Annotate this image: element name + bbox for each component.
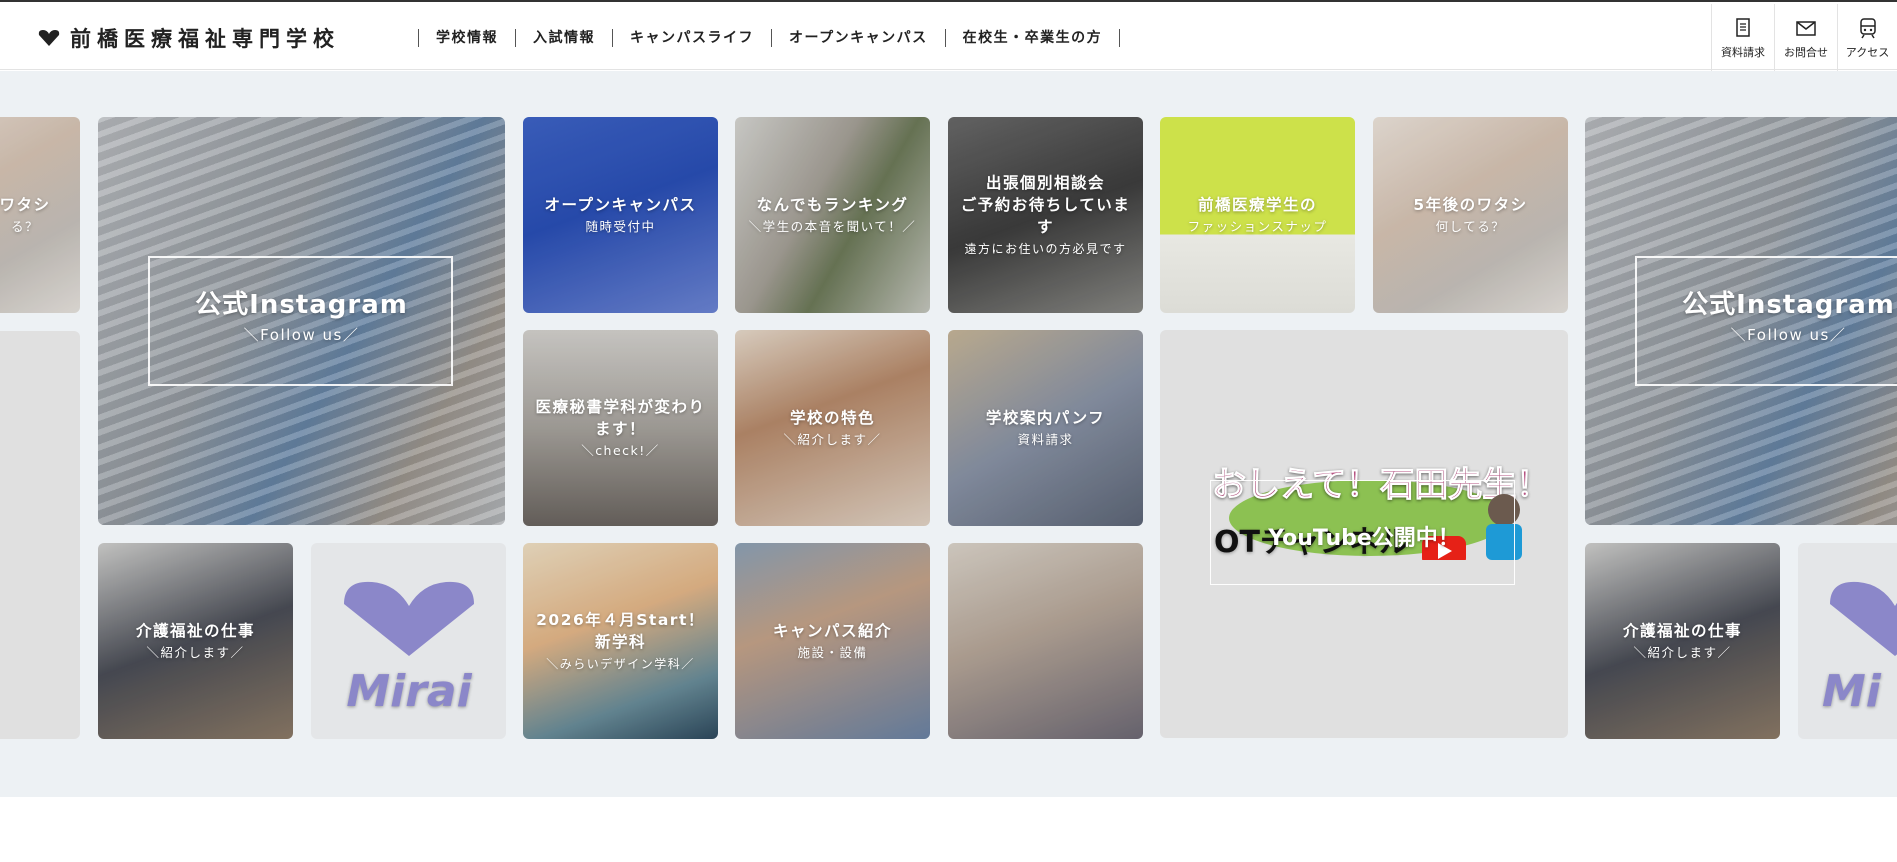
tile-pamphlet[interactable]: 学校案内パンフ 資料請求: [948, 330, 1143, 526]
tile-sub: ＼Follow us／: [243, 326, 360, 344]
tile-title: 公式Instagram: [195, 290, 408, 320]
tile-new-department[interactable]: 2026年４月Start！ 新学科 ＼みらいデザイン学科／: [523, 543, 718, 739]
contact-button[interactable]: お問合せ: [1774, 4, 1837, 72]
tile-sub: 遠方にお住いの方必見です: [964, 241, 1127, 256]
request-docs-button[interactable]: 資料請求: [1711, 4, 1774, 72]
nav-campus-life[interactable]: キャンパスライフ: [612, 29, 771, 47]
logo-text: 前橋医療福祉専門学校: [70, 27, 340, 51]
nav-open-campus[interactable]: オープンキャンパス: [771, 29, 945, 47]
document-icon: [1736, 17, 1750, 37]
site-logo[interactable]: 前橋医療福祉専門学校: [38, 24, 340, 52]
tile-care-work-repeat[interactable]: 介護福祉の仕事 ＼紹介します／: [1585, 543, 1780, 739]
tile-consultation[interactable]: 出張個別相談会 ご予約お待ちしています 遠方にお住いの方必見です: [948, 117, 1143, 313]
tile-fashion-snap[interactable]: 前橋医療学生の ファッションスナップ: [1160, 117, 1355, 313]
tile-title: 公式Instagram: [1682, 290, 1895, 320]
tile-sub: ＼みらいデザイン学科／: [546, 656, 695, 671]
tile-title: 学校の特色: [789, 408, 875, 427]
tile-instagram[interactable]: 公式Instagram ＼Follow us／: [98, 117, 505, 525]
heart-icon: [38, 30, 60, 46]
tile-campus-intro[interactable]: キャンパス紹介 施設・設備: [735, 543, 930, 739]
tile-sub: ＼学生の本音を聞いて！／: [748, 218, 917, 234]
tile-title: 5年後のワタシ: [1413, 195, 1528, 214]
tile-title: 学校案内パンフ: [985, 408, 1106, 427]
tile-care-work[interactable]: 介護福祉の仕事 ＼紹介します／: [98, 543, 293, 739]
tile-sub: ＼紹介します／: [783, 431, 882, 447]
tile-sub: 随時受付中: [585, 218, 656, 234]
tile-title: 介護福祉の仕事: [1622, 621, 1742, 640]
site-header: 前橋医療福祉専門学校 学校情報 入試情報 キャンパスライフ オープンキャンパス …: [0, 2, 1897, 72]
tile-youtube-partial[interactable]: [0, 331, 80, 739]
tile-title: YouTube公開中！: [1268, 526, 1460, 551]
request-docs-label: 資料請求: [1721, 45, 1765, 59]
tile-mirai[interactable]: Mirai: [311, 543, 506, 739]
access-button[interactable]: アクセス: [1837, 4, 1897, 72]
nav-admission[interactable]: 入試情報: [515, 29, 612, 47]
tile-five-years-later[interactable]: 5年後のワタシ 何してる？: [1373, 117, 1568, 313]
nav-divider: [1119, 29, 1121, 47]
tile-medical-secretary[interactable]: 医療秘書学科が変わります！ ＼check!／: [523, 330, 718, 526]
nav-students-graduates[interactable]: 在校生・卒業生の方: [944, 29, 1120, 47]
tile-title: ワタシ: [0, 195, 51, 214]
tile-ranking[interactable]: なんでもランキング ＼学生の本音を聞いて！／: [735, 117, 930, 313]
tile-sub: 施設・設備: [797, 644, 868, 660]
mirai-logo: Mirai: [343, 581, 474, 716]
tile-title: 前橋医療学生の: [1197, 195, 1317, 214]
tile-sub: ＼Follow us／: [1730, 326, 1847, 344]
tile-title: オープンキャンパス: [544, 195, 697, 214]
contact-label: お問合せ: [1784, 45, 1828, 59]
mirai-text: Mi: [1822, 666, 1882, 716]
tile-sub: 資料請求: [1017, 431, 1074, 447]
tile-mirai-repeat[interactable]: Mi: [1798, 543, 1897, 739]
global-nav: 学校情報 入試情報 キャンパスライフ オープンキャンパス 在校生・卒業生の方: [418, 26, 1121, 50]
tile-title: なんでもランキング: [756, 195, 909, 214]
mirai-logo: Mi: [1822, 581, 1897, 716]
tile-title: 介護福祉の仕事: [135, 621, 255, 640]
tile-school-features[interactable]: 学校の特色 ＼紹介します／: [735, 330, 930, 526]
tile-sub: ＼紹介します／: [1633, 644, 1732, 660]
nav-school-info[interactable]: 学校情報: [418, 29, 515, 47]
tile-open-campus[interactable]: オープンキャンパス 随時受付中: [523, 117, 718, 313]
tile-title: 出張個別相談会 ご予約お待ちしています: [960, 173, 1131, 236]
tile-sub: ＼紹介します／: [146, 644, 245, 660]
tile-gallery: ワタシ る？ 公式Instagram ＼Follow us／ オープンキャンパス…: [0, 71, 1897, 797]
train-icon: [1859, 17, 1876, 38]
tile-sub: る？: [10, 218, 39, 234]
tile-title: 2026年４月Start！ 新学科: [536, 610, 705, 651]
tile-photo-student[interactable]: [948, 543, 1143, 739]
access-label: アクセス: [1845, 45, 1890, 59]
tile-future-partial[interactable]: ワタシ る？: [0, 117, 80, 313]
tile-sub: ファッションスナップ: [1187, 218, 1328, 234]
tile-title: キャンパス紹介: [772, 621, 892, 640]
tile-title: 医療秘書学科が変わります！: [535, 397, 706, 438]
tile-sub: ＼check!／: [581, 442, 660, 458]
tile-sub: 何してる？: [1435, 218, 1506, 234]
tile-youtube[interactable]: おしえて！石田先生！ OTチャンネル YouTube公開中！: [1160, 330, 1568, 738]
mail-icon: [1796, 20, 1816, 36]
mirai-text: Mirai: [346, 666, 472, 716]
tile-instagram-repeat[interactable]: 公式Instagram ＼Follow us／: [1585, 117, 1897, 525]
